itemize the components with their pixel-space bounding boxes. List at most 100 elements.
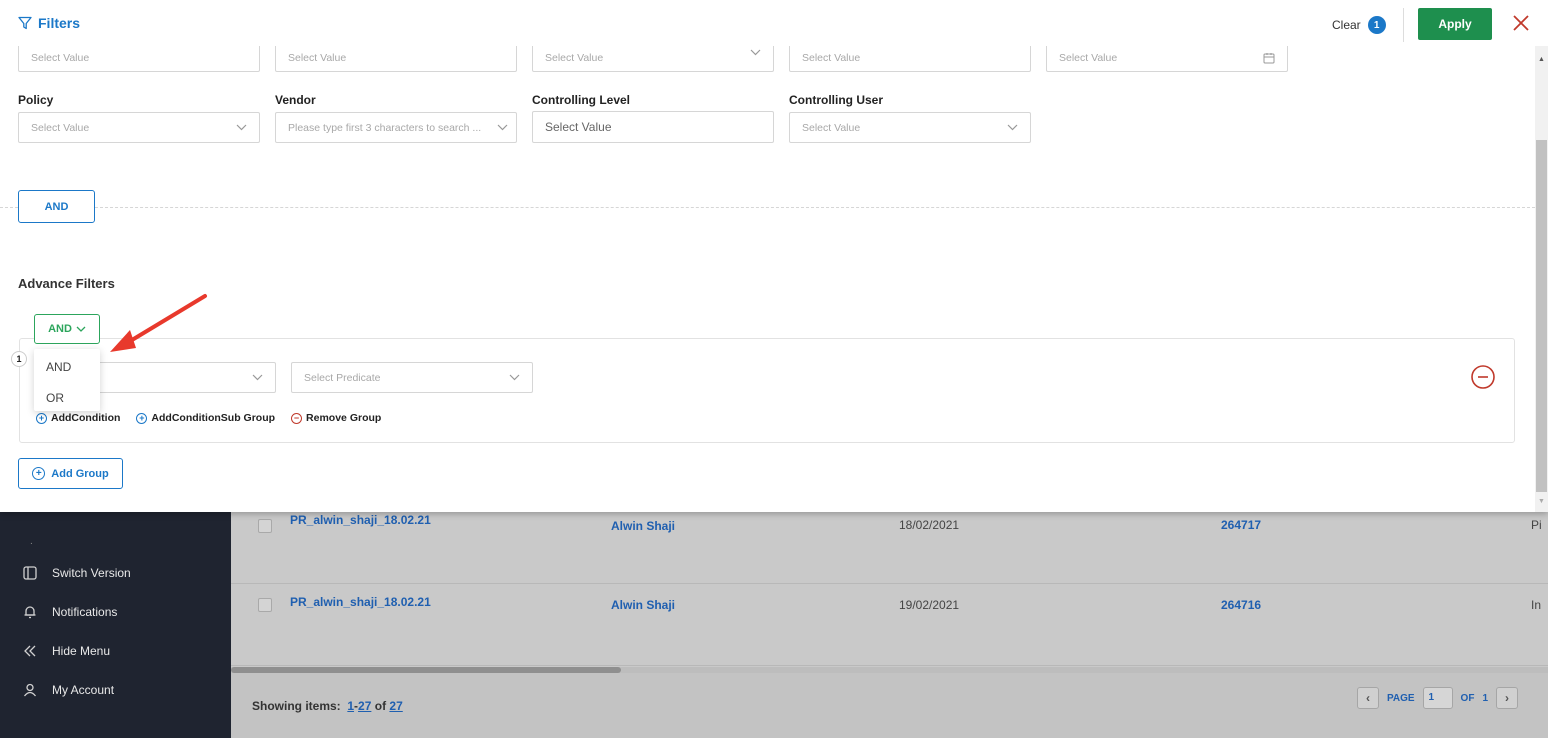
add-condition-sub-group-link[interactable]: + AddConditionSub Group: [136, 412, 275, 424]
condition-links: + AddCondition + AddConditionSub Group − Re…: [36, 412, 397, 424]
chevron-down-icon: [236, 124, 247, 131]
annotation-arrow-icon: [110, 294, 207, 352]
page-label: PAGE: [1386, 692, 1415, 704]
sidebar-item-label: Hide Menu: [52, 644, 111, 658]
user-icon: [22, 682, 38, 698]
chevron-down-icon: [497, 124, 508, 131]
group-number: 1: [11, 351, 27, 367]
row-user-link[interactable]: Alwin Shaji: [611, 598, 675, 612]
clear-label: Clear: [1332, 18, 1361, 32]
divider: [95, 207, 1535, 208]
and-connector-button[interactable]: AND: [18, 190, 95, 223]
row-number-link[interactable]: 264716: [1221, 598, 1261, 612]
filter-select-4[interactable]: Select Value: [789, 44, 1031, 72]
chevron-down-icon: [252, 374, 263, 381]
filter-select-2[interactable]: Select Value: [275, 44, 517, 72]
row-user-link[interactable]: Alwin Shaji: [611, 519, 675, 533]
filters-title-text: Filters: [38, 15, 81, 31]
select-placeholder: Please type first 3 characters to search…: [288, 121, 482, 134]
chevron-down-icon: [1007, 124, 1018, 131]
close-icon[interactable]: [1510, 12, 1532, 34]
row-number-link[interactable]: 264717: [1221, 518, 1261, 532]
select-placeholder: Select Value: [545, 52, 604, 64]
clear-count-badge: 1: [1367, 16, 1386, 34]
remove-group-label: Remove Group: [306, 412, 382, 424]
clear-button[interactable]: Clear 1: [1332, 16, 1386, 34]
sidebar-item-my-account[interactable]: My Account: [0, 677, 231, 703]
operator-value: AND: [48, 323, 72, 335]
filter-select-1[interactable]: Select Value: [18, 44, 260, 72]
row-status: Pi: [1531, 518, 1542, 532]
select-placeholder: Select Value: [31, 121, 90, 134]
scroll-up-icon[interactable]: ▲: [1538, 56, 1545, 63]
page-input[interactable]: 1: [1422, 687, 1453, 709]
row-date: 18/02/2021: [899, 518, 960, 532]
sidebar-item-notifications[interactable]: Notifications: [0, 599, 231, 625]
remove-group-link[interactable]: − Remove Group: [291, 412, 381, 424]
filter-icon: [18, 16, 32, 30]
scrollbar-thumb[interactable]: [1536, 140, 1547, 492]
filter-select-3[interactable]: Select Value: [532, 44, 774, 72]
add-group-button[interactable]: + Add Group: [18, 458, 123, 489]
vendor-select[interactable]: Please type first 3 characters to search…: [275, 112, 517, 143]
plus-circle-icon: +: [136, 412, 148, 424]
next-page-button[interactable]: ›: [1496, 687, 1518, 709]
policy-label: Policy: [18, 93, 54, 107]
plus-circle-icon: +: [32, 467, 46, 480]
row-checkbox[interactable]: [258, 598, 272, 612]
table-row[interactable]: PR_alwin_shaji_18.02.21 Alwin Shaji 19/0…: [231, 584, 1548, 666]
vendor-label: Vendor: [275, 93, 316, 107]
double-chevron-left-icon: [22, 643, 38, 659]
total-pages: 1: [1482, 692, 1488, 704]
vertical-scrollbar[interactable]: ▲ ▼: [1535, 46, 1548, 512]
table-row[interactable]: PR_alwin_shaji_18.02.21 Alwin Shaji 18/0…: [231, 502, 1548, 584]
table-footer: Showing items: 1-27 of 27 ‹ PAGE 1 OF 1 …: [231, 673, 1548, 738]
add-condition-link[interactable]: + AddCondition: [36, 412, 120, 424]
scroll-down-icon[interactable]: ▼: [1538, 498, 1545, 505]
chevron-down-icon: [76, 326, 86, 332]
showing-items: Showing items: 1-27 of 27: [252, 699, 403, 713]
range-end[interactable]: 27: [358, 699, 371, 713]
select-placeholder: Select Value: [31, 52, 90, 64]
row-name-link[interactable]: PR_alwin_shaji_18.02.21: [290, 513, 431, 527]
predicate-select[interactable]: Select Predicate: [291, 362, 533, 393]
policy-select[interactable]: Select Value: [18, 112, 260, 143]
pagination: ‹ PAGE 1 OF 1 ›: [1356, 687, 1518, 709]
range-start[interactable]: 1: [347, 699, 354, 713]
select-placeholder: Select Value: [1059, 52, 1118, 64]
sidebar: . Switch Version Notifications Hide Menu…: [0, 512, 231, 738]
total-items[interactable]: 27: [389, 699, 402, 713]
header-divider: [1403, 8, 1404, 42]
of-word: of: [374, 699, 387, 713]
select-placeholder: Select Value: [802, 121, 861, 134]
chevron-down-icon: [750, 49, 761, 56]
select-placeholder: Select Value: [802, 52, 861, 64]
controlling-level-select[interactable]: Select Value: [532, 111, 774, 143]
sidebar-item-switch-version[interactable]: Switch Version: [0, 560, 231, 586]
operator-option-or[interactable]: OR: [46, 391, 64, 405]
group-operator-select[interactable]: AND: [34, 314, 100, 344]
sidebar-dot: .: [30, 536, 33, 547]
calendar-icon: [1263, 53, 1275, 64]
select-placeholder: Select Predicate: [304, 371, 381, 384]
sidebar-item-hide-menu[interactable]: Hide Menu: [0, 638, 231, 664]
sidebar-item-label: Notifications: [52, 605, 118, 619]
select-placeholder: Select Value: [288, 52, 347, 64]
operator-option-and[interactable]: AND: [46, 360, 71, 374]
filter-header: Filters Clear 1 Apply: [0, 0, 1548, 46]
controlling-user-select[interactable]: Select Value: [789, 112, 1031, 143]
controlling-level-label: Controlling Level: [532, 93, 631, 107]
add-condition-label: AddCondition: [51, 412, 121, 424]
row-name-link[interactable]: PR_alwin_shaji_18.02.21: [290, 595, 431, 609]
date-picker[interactable]: Select Value: [1046, 44, 1288, 72]
remove-group-icon[interactable]: [1470, 364, 1496, 390]
row-status: In: [1531, 598, 1542, 612]
prev-page-button[interactable]: ‹: [1356, 687, 1379, 709]
switch-version-icon: [22, 565, 38, 581]
results-table: PR_alwin_shaji_18.02.21 Alwin Shaji 18/0…: [231, 512, 1548, 738]
row-checkbox[interactable]: [258, 519, 272, 533]
apply-button[interactable]: Apply: [1418, 8, 1492, 40]
sidebar-item-label: My Account: [52, 683, 115, 697]
add-group-label: Add Group: [51, 467, 109, 480]
controlling-user-label: Controlling User: [789, 93, 884, 107]
